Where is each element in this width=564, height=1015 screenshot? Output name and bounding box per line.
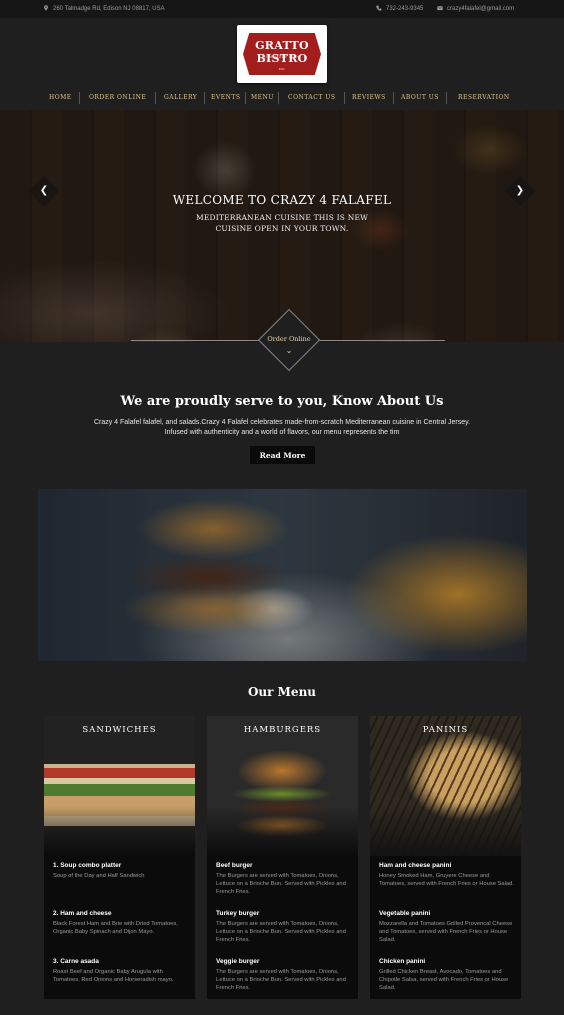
- hero-title: WELCOME TO CRAZY 4 FALAFEL: [172, 193, 392, 207]
- hamburger-photo: [207, 716, 358, 856]
- menu-item-name: Vegetable panini: [379, 910, 431, 917]
- menu-item-desc: The Burgers are served with Tomatoes, On…: [216, 921, 346, 943]
- menu-item[interactable]: Veggie burger The Burgers are served wit…: [216, 958, 352, 992]
- menu-item[interactable]: Beef burger The Burgers are served with …: [216, 862, 352, 896]
- logo-tagline: HOMEMADE FOOD: [262, 55, 302, 59]
- nav-reviews[interactable]: REVIEWS: [352, 89, 386, 107]
- menu-item-desc: Roast Beef and Organic Baby Arugula with…: [53, 969, 174, 983]
- nav-about-us[interactable]: ABOUT US: [401, 89, 439, 107]
- menu-item[interactable]: 3. Carne asada Roast Beef and Organic Ba…: [53, 958, 189, 984]
- nav-home[interactable]: HOME: [49, 89, 72, 107]
- map-pin-icon: [44, 5, 48, 11]
- nav-divider: [155, 92, 156, 104]
- menu-item-name: Ham and cheese panini: [379, 862, 452, 869]
- menu-card-title: SANDWICHES: [82, 725, 157, 735]
- menu-item-name: 3. Carne asada: [53, 958, 99, 965]
- chevron-down-icon[interactable]: ⌄: [245, 346, 333, 355]
- nav-contact-us[interactable]: CONTACT US: [288, 89, 335, 107]
- nav-reservation[interactable]: RESERVATION: [458, 89, 510, 107]
- menu-item-name: 2. Ham and cheese: [53, 910, 112, 917]
- menu-item[interactable]: 2. Ham and cheese Black Forest Ham and B…: [53, 910, 189, 936]
- phone-icon: [376, 5, 382, 11]
- panini-photo: [370, 716, 521, 856]
- top-info-bar: 260 Talmadge Rd, Edison NJ 08817, USA 73…: [0, 0, 564, 18]
- nav-divider: [79, 92, 80, 104]
- about-title: We are proudly serve to you, Know About …: [120, 394, 444, 409]
- menu-item[interactable]: Ham and cheese panini Honey Smoked Ham, …: [379, 862, 515, 888]
- email-text[interactable]: crazy4falafel@gmail.com: [447, 6, 514, 12]
- burger-photo: [38, 489, 527, 661]
- menu-item-desc: Grilled Chicken Breast, Avocado, Tomatoe…: [379, 969, 509, 991]
- menu-card-hamburgers[interactable]: HAMBURGERS Beef burger The Burgers are s…: [207, 716, 358, 999]
- nav-events[interactable]: EVENTS: [211, 89, 240, 107]
- nav-menu[interactable]: MENU: [251, 89, 274, 107]
- phone-text[interactable]: 732-243-9345: [386, 6, 423, 12]
- main-nav: HOME ORDER ONLINE GALLERY EVENTS MENU CO…: [0, 89, 564, 107]
- menu-card-title: HAMBURGERS: [243, 725, 322, 735]
- menu-item[interactable]: Chicken panini Grilled Chicken Breast, A…: [379, 958, 515, 992]
- hero-subtitle: MEDITERRANEAN CUISINE THIS IS NEW CUISIN…: [195, 213, 369, 233]
- nav-gallery[interactable]: GALLERY: [164, 89, 197, 107]
- menu-item-desc: The Burgers are served with Tomatoes, On…: [216, 873, 346, 895]
- menu-item-desc: Soup of the Day and Half Sandwich: [53, 873, 145, 879]
- menu-item[interactable]: Turkey burger The Burgers are served wit…: [216, 910, 352, 944]
- address-text: 260 Talmadge Rd, Edison NJ 08817, USA: [53, 6, 165, 12]
- email[interactable]: crazy4falafel@gmail.com: [437, 5, 514, 12]
- menu-item-name: 1. Soup combo platter: [53, 862, 122, 869]
- menu-item-desc: The Burgers are served with Tomatoes, On…: [216, 969, 346, 991]
- menu-item-name: Veggie burger: [216, 958, 260, 965]
- nav-divider: [344, 92, 345, 104]
- logo-est: EST.: [278, 67, 286, 71]
- menu-section-title: Our Menu: [247, 685, 317, 699]
- menu-card-sandwiches[interactable]: SANDWICHES 1. Soup combo platter Soup of…: [44, 716, 195, 999]
- menu-item[interactable]: 1. Soup combo platter Soup of the Day an…: [53, 862, 189, 880]
- read-more-button[interactable]: Read More: [250, 446, 315, 464]
- sandwich-photo: [44, 716, 195, 856]
- nav-divider: [245, 92, 246, 104]
- menu-item[interactable]: Vegetable panini Mozzarella and Tomatoes…: [379, 910, 515, 944]
- nav-divider: [204, 92, 205, 104]
- nav-divider: [393, 92, 394, 104]
- menu-card-title: PANINIS: [422, 725, 469, 735]
- menu-item-name: Chicken panini: [379, 958, 426, 965]
- menu-card-paninis[interactable]: PANINIS Ham and cheese panini Honey Smok…: [370, 716, 521, 999]
- menu-item-desc: Black Forest Ham and Brie with Dried Tom…: [53, 921, 178, 935]
- logo-name: GRATTO BISTRO: [255, 39, 309, 65]
- nav-order-online[interactable]: ORDER ONLINE: [89, 89, 146, 107]
- site-logo[interactable]: GRATTO BISTRO HOMEMADE FOOD EST.: [237, 25, 327, 83]
- menu-item-name: Beef burger: [216, 862, 253, 869]
- burger-photo-overlay: [38, 489, 527, 661]
- envelope-icon: [437, 6, 443, 11]
- order-online-label[interactable]: Order Online: [245, 335, 333, 343]
- menu-item-desc: Honey Smoked Ham, Gruyere Cheese and Tom…: [379, 873, 514, 887]
- hero-slider: ❮ ❯ WELCOME TO CRAZY 4 FALAFEL MEDITERRA…: [0, 110, 564, 342]
- about-text: Crazy 4 Falafel falafel, and salads.Craz…: [93, 419, 471, 436]
- menu-item-name: Turkey burger: [216, 910, 260, 917]
- menu-item-desc: Mozzarella and Tomatoes Grilled Provenca…: [379, 921, 513, 943]
- nav-divider: [446, 92, 447, 104]
- nav-divider: [278, 92, 279, 104]
- address: 260 Talmadge Rd, Edison NJ 08817, USA: [43, 5, 165, 12]
- phone[interactable]: 732-243-9345: [376, 5, 423, 12]
